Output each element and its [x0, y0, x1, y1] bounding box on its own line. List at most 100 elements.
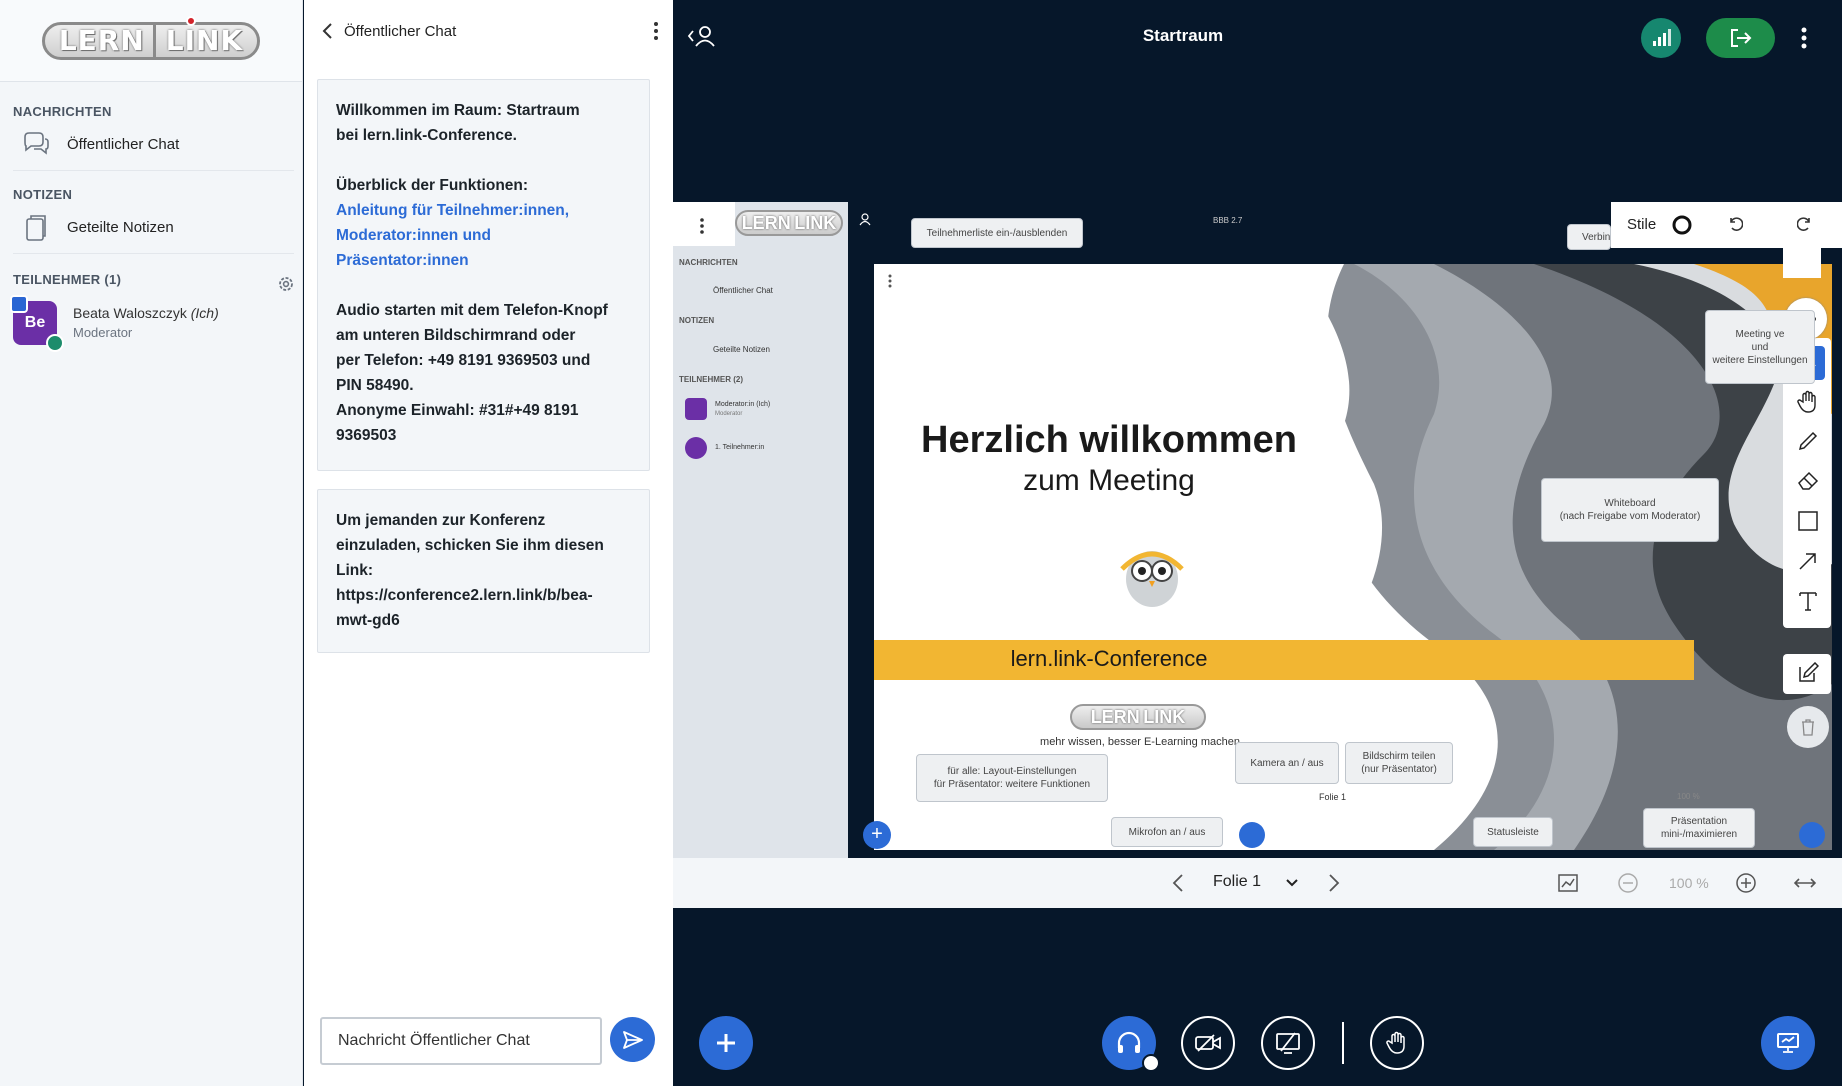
- trash-icon: [1802, 719, 1814, 736]
- leave-icon: [1730, 29, 1751, 47]
- back-chevron-icon[interactable]: [318, 21, 338, 41]
- connection-status-button[interactable]: [1641, 18, 1681, 58]
- tip-praesentation: Präsentation mini-/maximieren: [1643, 808, 1755, 848]
- presentation-toggle-button[interactable]: [1761, 1016, 1815, 1070]
- slide-zoom: 100 %: [1677, 792, 1700, 801]
- tip-bildschirm: Bildschirm teilen (nur Präsentator): [1345, 742, 1453, 784]
- guide-link[interactable]: Anleitung für Teilnehmer:innen, Moderato…: [336, 198, 631, 273]
- redo-icon[interactable]: [1797, 216, 1813, 232]
- notes-icon: [26, 214, 46, 241]
- more-vertical-icon: [1801, 27, 1807, 49]
- arrow-tool-icon[interactable]: [1797, 550, 1819, 572]
- moderator-badge-icon: [10, 295, 28, 313]
- whiteboard-style-bar: Stile: [1611, 202, 1842, 248]
- screen-share-off-icon: [1276, 1032, 1300, 1054]
- actions-button[interactable]: [699, 1016, 753, 1070]
- participants-gear-icon[interactable]: [276, 274, 296, 294]
- styles-circle-icon[interactable]: [1671, 214, 1693, 236]
- pan-hand-icon[interactable]: [1797, 390, 1819, 414]
- slide-user1-role: Moderator: [715, 411, 743, 417]
- chat-message-input[interactable]: Nachricht Öffentlicher Chat: [320, 1017, 602, 1065]
- slide-chat: Öffentlicher Chat: [713, 286, 773, 295]
- presentation-area: LERN LINK NACHRICHTEN Öffentlicher Chat …: [673, 202, 1842, 908]
- screen-share-button[interactable]: [1261, 1016, 1315, 1070]
- headphones-icon: [1117, 1031, 1141, 1053]
- slide-user1: Moderator:in (Ich): [715, 401, 771, 408]
- sidebar-item-public-chat[interactable]: Öffentlicher Chat: [13, 119, 294, 171]
- prev-slide-icon[interactable]: [1171, 873, 1185, 893]
- user-list-sidebar: LERN LINK NACHRICHTEN Öffentlicher Chat …: [0, 0, 303, 1086]
- text-tool-icon[interactable]: [1797, 590, 1819, 612]
- chat-header: Öffentlicher Chat: [304, 0, 673, 62]
- fit-width-icon[interactable]: [1793, 875, 1817, 891]
- chat-title: Öffentlicher Chat: [344, 22, 457, 40]
- chat-options-icon[interactable]: [653, 21, 659, 41]
- presentation-icon: [1777, 1033, 1799, 1053]
- participant-item[interactable]: Be Beata Waloszczyk (Ich) Moderator: [0, 295, 302, 352]
- slide-user-toggle-icon: [859, 213, 871, 226]
- welcome-message: Willkommen im Raum: Startraum bei lern.l…: [317, 79, 650, 471]
- slide-avatar2: [685, 437, 707, 459]
- slide-version: BBB 2.7: [1213, 216, 1243, 225]
- slide-notizen: NOTIZEN: [679, 316, 715, 325]
- avatar: Be: [10, 295, 64, 352]
- options-menu-button[interactable]: [1799, 24, 1809, 52]
- tip-meeting: Meeting ve und weitere Einstellungen: [1705, 310, 1815, 384]
- undo-icon[interactable]: [1727, 216, 1743, 232]
- public-chat-label: Öffentlicher Chat: [67, 136, 180, 153]
- slide-presentation-icon: [1799, 822, 1825, 848]
- chat-panel: Öffentlicher Chat Willkommen im Raum: St…: [304, 0, 673, 1086]
- sticky-note-icon[interactable]: [1797, 662, 1819, 684]
- tip-kamera: Kamera an / aus: [1235, 742, 1339, 784]
- participants-heading: TEILNEHMER (1): [13, 272, 122, 287]
- camera-button[interactable]: [1181, 1016, 1235, 1070]
- slide-mic-icon: [1239, 822, 1265, 848]
- audio-button[interactable]: [1102, 1016, 1160, 1072]
- slide-select[interactable]: Folie 1: [1213, 873, 1261, 891]
- rectangle-icon[interactable]: [1797, 510, 1819, 532]
- sidebar-item-shared-notes[interactable]: Geteilte Notizen: [13, 202, 294, 254]
- slide-avatar: [685, 398, 707, 420]
- slide-teilnehmer: TEILNEHMER (2): [679, 375, 743, 384]
- leave-meeting-button[interactable]: [1706, 18, 1775, 58]
- messages-heading: NACHRICHTEN: [13, 104, 112, 119]
- zoom-in-icon[interactable]: [1735, 872, 1757, 894]
- delete-button[interactable]: [1787, 706, 1829, 748]
- owl-mascot-icon: [1120, 551, 1184, 607]
- camera-off-icon: [1195, 1034, 1221, 1052]
- slide-lernlink-logo: LERN LINK: [1070, 704, 1206, 730]
- tip-teilnehmer: Teilnehmerliste ein-/ausblenden: [911, 218, 1083, 248]
- slide-banner: lern.link-Conference: [1010, 646, 1208, 671]
- pencil-icon[interactable]: [1797, 430, 1819, 452]
- slide-screen-icon: [1319, 822, 1345, 848]
- slide-dropdown-chevron-icon[interactable]: [1285, 878, 1299, 888]
- invite-message: Um jemanden zur Konferenz einzuladen, sc…: [317, 489, 650, 653]
- send-button[interactable]: [610, 1017, 655, 1062]
- styles-label: Stile: [1627, 216, 1657, 233]
- plus-icon: [717, 1034, 735, 1052]
- note-tool-wrap: [1783, 654, 1831, 694]
- download-presentation-icon[interactable]: [1557, 873, 1579, 893]
- audio-settings-badge-icon[interactable]: [1142, 1054, 1160, 1072]
- audio-badge-icon: [46, 334, 64, 352]
- tip-whiteboard: Whiteboard (nach Freigabe vom Moderator): [1541, 478, 1719, 542]
- slide-logo: LERN LINK: [735, 210, 843, 236]
- slide-camera-icon: [1273, 822, 1299, 848]
- slide-menu-icon: [888, 274, 892, 288]
- slide-heading: Herzlich willkommen: [921, 419, 1297, 461]
- send-icon: [622, 1030, 643, 1049]
- main-area: Startraum LERN LINK NACHRICHTEN Öffentli…: [673, 0, 1842, 1086]
- eraser-icon[interactable]: [1797, 470, 1819, 490]
- presentation-toolbar: Folie 1 100 %: [673, 858, 1842, 908]
- slide-more-icon: [700, 218, 704, 234]
- raise-hand-button[interactable]: [1370, 1016, 1424, 1070]
- slide-notes: Geteilte Notizen: [713, 345, 770, 354]
- tip-statusleiste: Statusleiste: [1473, 817, 1553, 847]
- slide-folie: Folie 1: [1319, 792, 1347, 802]
- zoom-out-icon[interactable]: [1617, 872, 1639, 894]
- next-slide-icon[interactable]: [1327, 873, 1341, 893]
- participant-name: Beata Waloszczyk: [73, 305, 187, 321]
- slide-subheading: zum Meeting: [1023, 464, 1195, 497]
- zoom-level: 100 %: [1669, 875, 1709, 891]
- action-bar: [673, 1000, 1842, 1086]
